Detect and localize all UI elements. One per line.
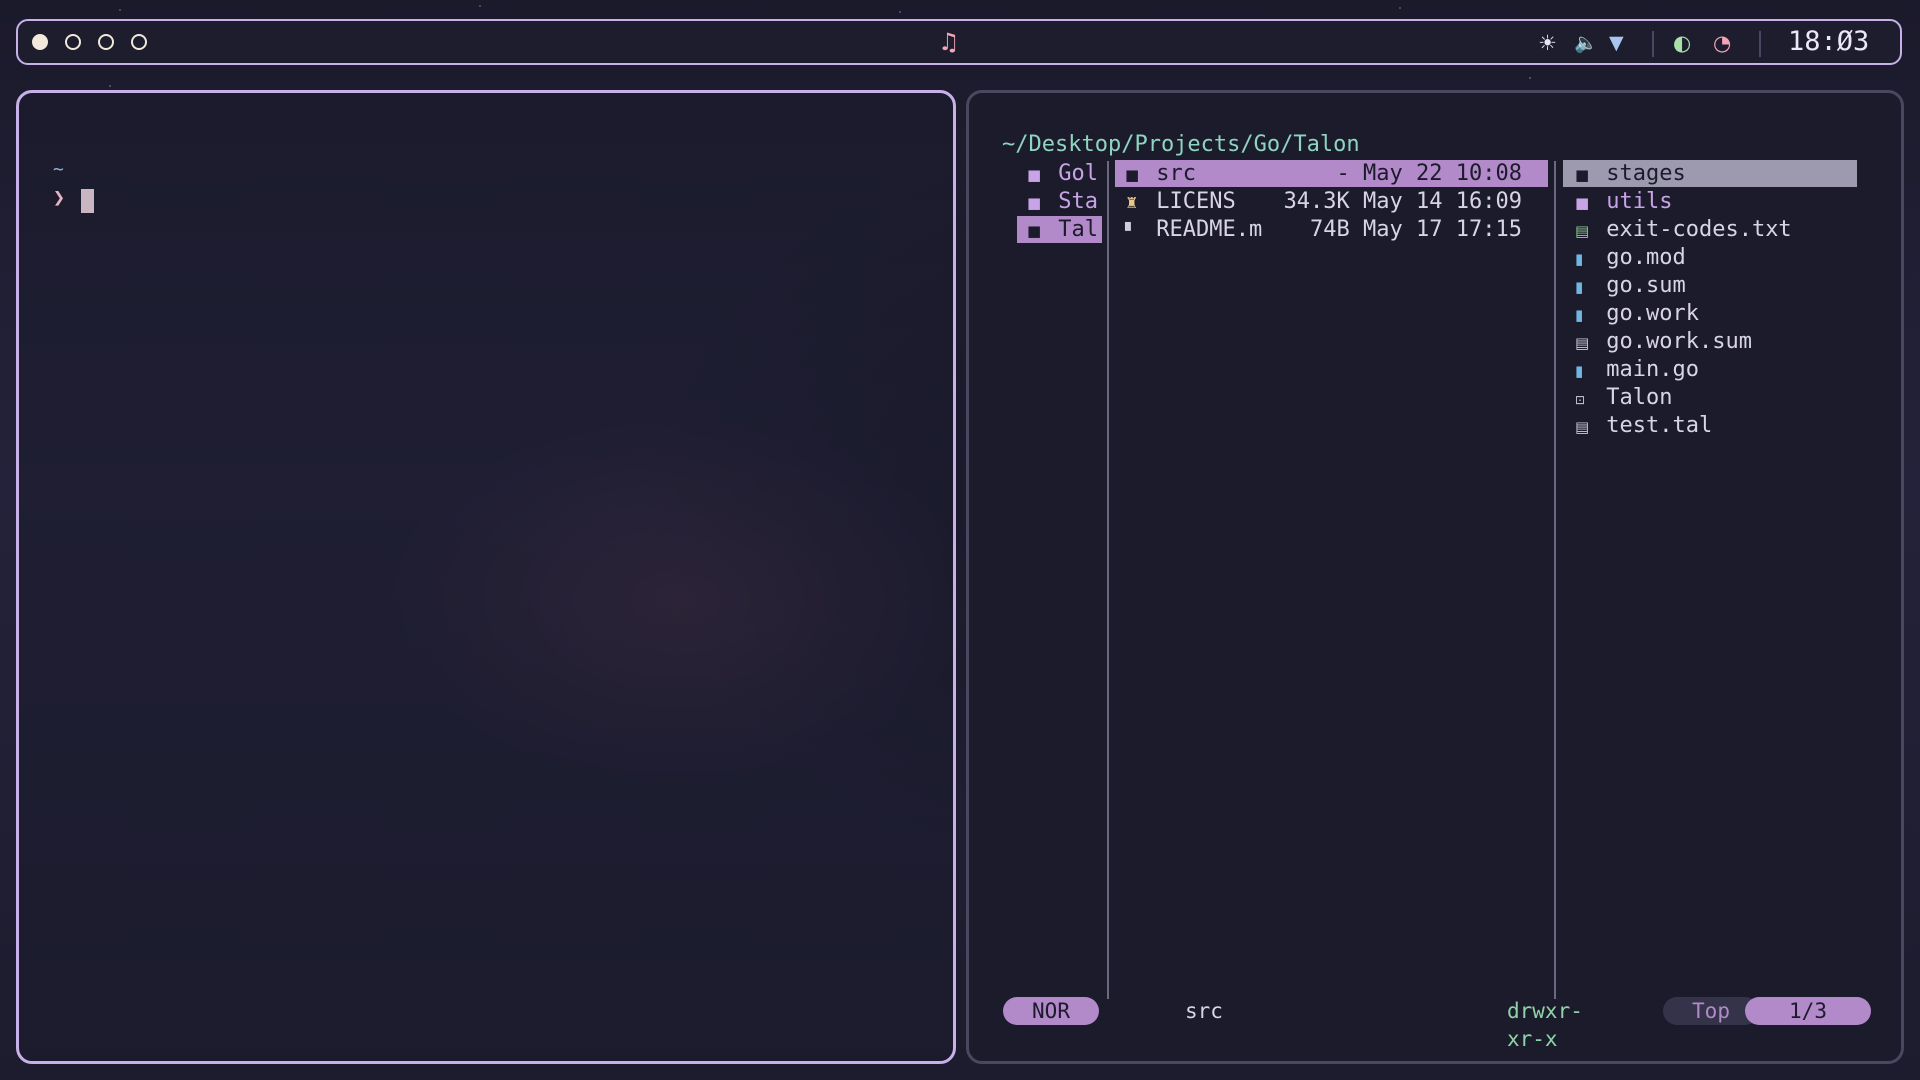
theme-toggle-icon[interactable]: ◐ xyxy=(1673,30,1691,56)
preview-item[interactable]: ⊡ Talon xyxy=(1563,384,1857,411)
current-item[interactable]: ♜ LICENS 34.3K May 14 16:09 xyxy=(1115,188,1548,215)
item-name: go.work.sum xyxy=(1606,329,1752,354)
item-name: test.tal xyxy=(1606,413,1713,438)
column-divider xyxy=(1554,161,1556,999)
item-name: utils xyxy=(1606,189,1673,214)
binary-icon: ⊡ xyxy=(1575,393,1586,407)
item-name: Talon xyxy=(1606,385,1673,410)
size-badge: 4K xyxy=(1087,997,1169,1025)
parent-item[interactable]: ■ Gol xyxy=(1017,160,1102,187)
item-name: go.sum xyxy=(1606,273,1686,298)
column-divider xyxy=(1107,161,1109,999)
folder-icon: ■ xyxy=(1575,194,1590,212)
music-note-icon[interactable]: ♫ xyxy=(938,29,960,55)
license-icon: ♜ xyxy=(1125,194,1139,212)
current-path: ~/Desktop/Projects/Go/Talon xyxy=(1002,132,1360,157)
folder-icon: ■ xyxy=(1027,222,1042,240)
terminal-cwd: ~ xyxy=(53,159,64,180)
volume-icon[interactable]: 🔈 xyxy=(1574,30,1598,56)
item-meta: - May 22 10:08 xyxy=(1336,161,1522,186)
go-icon: ▮ xyxy=(1575,250,1584,268)
workspace-4-indicator[interactable] xyxy=(131,34,147,50)
go-icon: ▮ xyxy=(1575,362,1584,380)
item-name: Gol xyxy=(1058,161,1098,186)
item-name: Tal xyxy=(1058,217,1098,242)
go-icon: ▮ xyxy=(1575,306,1584,324)
preview-item[interactable]: ▮ go.sum xyxy=(1563,272,1857,299)
preview-item-selected[interactable]: ■ stages xyxy=(1563,160,1857,187)
item-name: README.m xyxy=(1156,217,1263,242)
clock: 18:Ø3 xyxy=(1788,26,1870,57)
workspace-3-indicator[interactable] xyxy=(98,34,114,50)
preview-item[interactable]: ▤ go.work.sum xyxy=(1563,328,1857,355)
mode-badge: NOR xyxy=(1003,997,1099,1025)
item-meta: 74B May 17 17:15 xyxy=(1310,217,1522,242)
item-meta: 34.3K May 14 16:09 xyxy=(1283,189,1522,214)
file-icon: ▤ xyxy=(1575,334,1590,352)
preview-item[interactable]: ▮ go.work xyxy=(1563,300,1857,327)
file-manager-window[interactable]: ~/Desktop/Projects/Go/Talon ■ Gol ■ Sta … xyxy=(966,90,1904,1064)
go-icon: ▮ xyxy=(1575,278,1584,296)
workspace-2-indicator[interactable] xyxy=(65,34,81,50)
folder-icon: ■ xyxy=(1027,194,1042,212)
folder-icon: ■ xyxy=(1125,166,1140,184)
item-name: src xyxy=(1156,161,1196,186)
preview-item[interactable]: ▮ go.mod xyxy=(1563,244,1857,271)
item-name: stages xyxy=(1606,161,1686,186)
timer-icon[interactable]: ◔ xyxy=(1713,30,1731,56)
wifi-icon[interactable]: ▼ xyxy=(1609,30,1624,56)
permissions: drwxr-xr-x xyxy=(1507,999,1583,1051)
parent-item-selected[interactable]: ■ Tal xyxy=(1017,216,1102,243)
item-name: main.go xyxy=(1606,357,1699,382)
preview-item[interactable]: ▤ exit-codes.txt xyxy=(1563,216,1857,243)
item-name: Sta xyxy=(1058,189,1098,214)
current-item-selected[interactable]: ■ src - May 22 10:08 xyxy=(1115,160,1548,187)
item-name: go.work xyxy=(1606,301,1699,326)
preview-item[interactable]: ■ utils xyxy=(1563,188,1857,215)
folder-icon: ■ xyxy=(1027,166,1042,184)
item-name: exit-codes.txt xyxy=(1606,217,1792,242)
terminal-window[interactable]: ~ ❯ xyxy=(16,90,956,1064)
tray-separator xyxy=(1759,31,1761,57)
status-filename: src xyxy=(1185,999,1223,1023)
item-name: LICENS xyxy=(1156,189,1236,214)
workspace-1-indicator[interactable] xyxy=(32,34,48,50)
item-name: go.mod xyxy=(1606,245,1686,270)
parent-item[interactable]: ■ Sta xyxy=(1017,188,1102,215)
folder-icon: ■ xyxy=(1575,166,1590,184)
tray-separator xyxy=(1652,31,1654,57)
text-file-icon: ▤ xyxy=(1575,222,1590,240)
markdown-icon: ▘ xyxy=(1125,222,1137,240)
preview-item[interactable]: ▤ test.tal xyxy=(1563,412,1857,439)
file-icon: ▤ xyxy=(1575,418,1590,436)
prompt-chevron-icon: ❯ xyxy=(53,185,66,209)
preview-item[interactable]: ▮ main.go xyxy=(1563,356,1857,383)
current-item[interactable]: ▘ README.m 74B May 17 17:15 xyxy=(1115,216,1548,243)
terminal-cursor xyxy=(81,189,94,213)
top-bar: ♫ ☀ 🔈 ▼ ◐ ◔ 18:Ø3 xyxy=(16,19,1902,65)
item-count-badge: 1/3 xyxy=(1745,997,1871,1025)
brightness-icon[interactable]: ☀ xyxy=(1538,30,1557,56)
